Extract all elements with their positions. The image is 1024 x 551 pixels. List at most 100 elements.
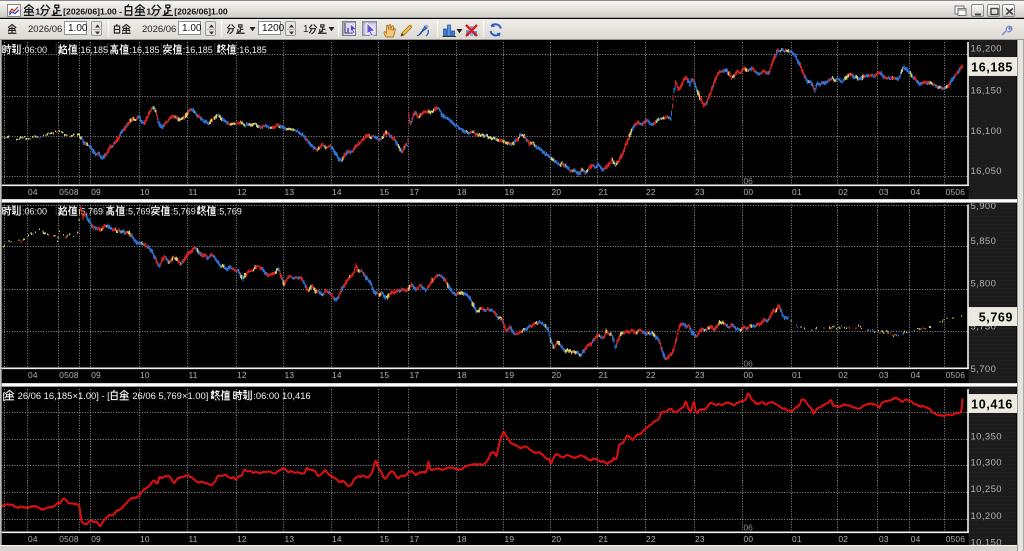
svg-text:09: 09 — [91, 187, 101, 197]
svg-text:00: 00 — [744, 534, 754, 544]
svg-text:13: 13 — [285, 534, 295, 544]
svg-text:26/06 16,185: 26/06 16,185 — [15, 390, 72, 401]
svg-text:21: 21 — [599, 370, 609, 380]
svg-text:13: 13 — [285, 187, 295, 197]
svg-text:13: 13 — [285, 370, 295, 380]
svg-text:15: 15 — [380, 187, 390, 197]
svg-text:16,050: 16,050 — [971, 166, 1002, 177]
svg-text:04: 04 — [911, 370, 921, 380]
svg-text:22: 22 — [646, 534, 656, 544]
svg-text:1.00]: 1.00] — [187, 390, 210, 401]
svg-text:01: 01 — [792, 534, 802, 544]
svg-text:5,900: 5,900 — [971, 203, 997, 212]
svg-text:16,200: 16,200 — [971, 43, 1002, 54]
svg-text:03: 03 — [879, 534, 889, 544]
svg-text:0506: 0506 — [946, 187, 966, 197]
svg-text:26/06 5,769: 26/06 5,769 — [130, 390, 182, 401]
svg-text:11: 11 — [189, 370, 198, 380]
svg-text:21: 21 — [599, 187, 609, 197]
svg-text:[2026/06]1.00 -: [2026/06]1.00 - — [63, 6, 124, 16]
svg-text:12: 12 — [237, 187, 247, 197]
svg-text:18: 18 — [457, 534, 467, 544]
svg-text:04: 04 — [28, 187, 38, 197]
svg-text:01: 01 — [792, 370, 802, 380]
svg-text:23: 23 — [695, 370, 705, 380]
svg-text:02: 02 — [838, 534, 848, 544]
svg-text:23: 23 — [695, 187, 705, 197]
svg-text:10,200: 10,200 — [971, 511, 1002, 522]
svg-text:04: 04 — [28, 534, 38, 544]
svg-text:06: 06 — [744, 359, 754, 369]
svg-text:06: 06 — [744, 176, 754, 186]
svg-text:03: 03 — [879, 370, 889, 380]
svg-text:16,185: 16,185 — [971, 61, 1013, 75]
svg-text:02: 02 — [838, 370, 848, 380]
svg-text:0506: 0506 — [946, 534, 966, 544]
svg-text:22: 22 — [646, 370, 656, 380]
svg-text:01: 01 — [792, 187, 802, 197]
svg-text:1: 1 — [35, 6, 40, 16]
svg-text:20: 20 — [552, 187, 562, 197]
svg-text:20: 20 — [552, 534, 562, 544]
svg-text:03: 03 — [879, 187, 889, 197]
svg-text:00: 00 — [744, 187, 754, 197]
svg-text:23: 23 — [695, 534, 705, 544]
svg-text:12: 12 — [237, 370, 247, 380]
svg-text:10,416: 10,416 — [971, 398, 1013, 412]
svg-text::16,185: :16,185 — [183, 45, 213, 55]
svg-text:10: 10 — [140, 187, 150, 197]
svg-text:10: 10 — [140, 534, 150, 544]
svg-text:09: 09 — [91, 370, 101, 380]
svg-text:0508: 0508 — [59, 187, 79, 197]
svg-text:1.00] - [: 1.00] - [ — [78, 390, 110, 401]
svg-text:[: [ — [3, 390, 6, 401]
svg-text:20: 20 — [552, 370, 562, 380]
svg-text:5,700: 5,700 — [971, 364, 997, 375]
svg-text:16,100: 16,100 — [971, 126, 1002, 137]
svg-text:10: 10 — [140, 370, 150, 380]
svg-text:02: 02 — [838, 187, 848, 197]
svg-text::16,185: :16,185 — [130, 45, 160, 55]
svg-text:17: 17 — [410, 187, 420, 197]
svg-text:16,150: 16,150 — [971, 85, 1002, 96]
svg-text:[2026/06]1.00: [2026/06]1.00 — [174, 6, 228, 16]
svg-text:09: 09 — [91, 534, 101, 544]
svg-text:0508: 0508 — [59, 370, 79, 380]
svg-text:10,300: 10,300 — [971, 457, 1002, 468]
svg-text:10,250: 10,250 — [971, 484, 1002, 495]
svg-text:19: 19 — [505, 534, 515, 544]
svg-text:18: 18 — [457, 370, 467, 380]
svg-text:14: 14 — [332, 534, 342, 544]
svg-text:21: 21 — [599, 534, 609, 544]
svg-text::06:00: :06:00 — [22, 206, 47, 216]
svg-text:11: 11 — [189, 187, 198, 197]
svg-text::5,769: :5,769 — [126, 206, 151, 216]
svg-text:17: 17 — [410, 534, 420, 544]
svg-text:12: 12 — [237, 534, 247, 544]
svg-text:5,850: 5,850 — [971, 236, 997, 247]
svg-text:14: 14 — [332, 370, 342, 380]
svg-text:04: 04 — [911, 534, 921, 544]
svg-text:15: 15 — [380, 370, 390, 380]
svg-text:00: 00 — [744, 370, 754, 380]
svg-text:14: 14 — [332, 187, 342, 197]
svg-text::5,769: :5,769 — [217, 206, 242, 216]
svg-text:5,769: 5,769 — [979, 311, 1013, 325]
svg-text:1: 1 — [146, 6, 151, 16]
svg-text:0506: 0506 — [946, 370, 966, 380]
svg-text::06:00 10,416: :06:00 10,416 — [253, 390, 310, 401]
svg-text:15: 15 — [380, 534, 390, 544]
svg-text:19: 19 — [505, 370, 515, 380]
svg-text:17: 17 — [410, 370, 420, 380]
svg-text:0508: 0508 — [59, 534, 79, 544]
svg-text::16,185: :16,185 — [78, 45, 108, 55]
svg-text:04: 04 — [28, 370, 38, 380]
svg-text:06: 06 — [744, 523, 754, 533]
svg-text:04: 04 — [911, 187, 921, 197]
svg-text:5,800: 5,800 — [971, 278, 997, 289]
svg-text:19: 19 — [505, 187, 515, 197]
svg-text:18: 18 — [457, 187, 467, 197]
svg-text::16,185: :16,185 — [237, 45, 267, 55]
svg-text:11: 11 — [189, 534, 198, 544]
svg-text::06:00: :06:00 — [22, 45, 47, 55]
